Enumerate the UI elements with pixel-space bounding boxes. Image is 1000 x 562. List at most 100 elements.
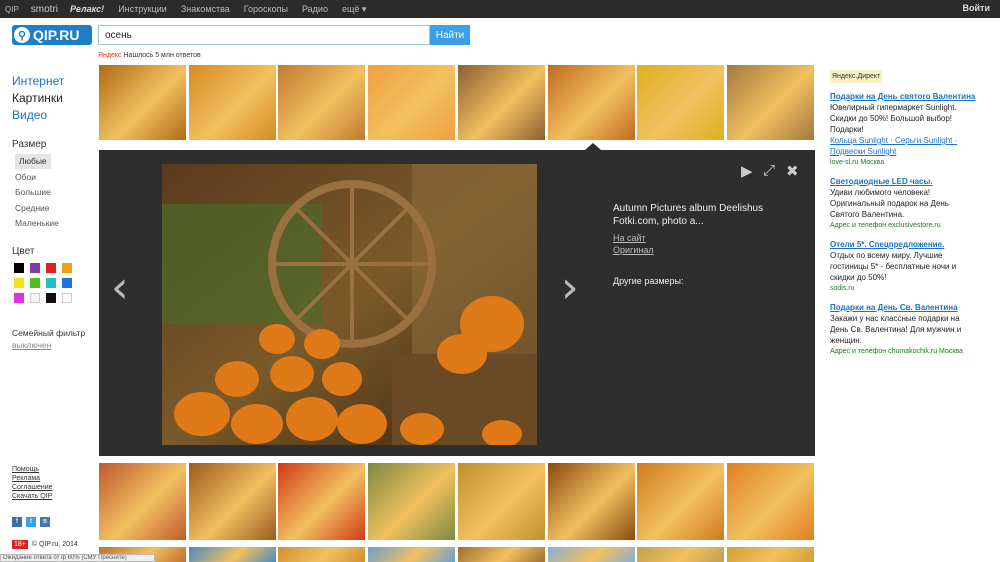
color-swatch[interactable] — [14, 293, 24, 303]
image-thumbnail[interactable] — [637, 65, 725, 140]
age-badge: 18+ — [12, 540, 28, 549]
footer-link-download[interactable]: Скачать QIP — [12, 492, 53, 501]
twitter-icon[interactable]: t — [26, 517, 36, 527]
topbar-link-horoscopes[interactable]: Гороскопы — [244, 4, 288, 14]
ad-url-4[interactable]: Адрес и телефон chumakochik.ru Москва — [830, 346, 980, 357]
size-wallpaper[interactable]: Обои — [12, 170, 59, 186]
color-swatch[interactable] — [30, 263, 40, 273]
image-thumbnail[interactable] — [278, 463, 366, 540]
image-thumbnail[interactable] — [99, 65, 186, 140]
facebook-icon[interactable]: f — [12, 517, 22, 527]
previous-image-arrow[interactable]: ‹ — [111, 262, 129, 313]
yandex-label: Яндекс — [98, 52, 122, 59]
size-small[interactable]: Маленькие — [12, 216, 59, 232]
image-thumbnail[interactable] — [637, 547, 725, 562]
color-swatch[interactable] — [14, 263, 24, 273]
viewer-pointer — [585, 143, 601, 150]
topbar-link-radio[interactable]: Радио — [302, 4, 328, 14]
next-image-arrow[interactable]: › — [561, 262, 579, 313]
topbar-link-smotri[interactable]: smotri — [31, 4, 58, 15]
image-thumbnail[interactable] — [726, 547, 814, 562]
preview-image[interactable] — [162, 164, 537, 445]
color-swatch[interactable] — [46, 293, 56, 303]
footer-link-help[interactable]: Помощь — [12, 465, 53, 474]
color-swatch[interactable] — [62, 263, 72, 273]
nav-item-images[interactable]: Картинки — [12, 90, 64, 107]
results-count-text: Нашлось 5 млн ответов — [123, 52, 201, 59]
image-thumbnail[interactable] — [368, 463, 456, 540]
ad-title-1[interactable]: Подарки на День святого Валентина — [830, 91, 980, 102]
image-thumbnail[interactable] — [457, 547, 545, 562]
color-swatch[interactable] — [46, 278, 56, 288]
image-thumbnail[interactable] — [99, 463, 186, 540]
original-link[interactable]: Оригинал — [613, 245, 654, 255]
image-thumbnail[interactable] — [188, 547, 276, 562]
image-thumbnail[interactable] — [726, 65, 814, 140]
ad-url-3[interactable]: sodis.ru — [830, 283, 980, 294]
color-swatch[interactable] — [46, 263, 56, 273]
ad-url-2[interactable]: Адрес и телефон exclusivestore.ru — [830, 220, 980, 231]
footer-links: Помощь Реклама Соглашение Скачать QIP — [12, 465, 53, 501]
color-swatch[interactable] — [62, 293, 72, 303]
image-thumbnail[interactable] — [637, 463, 725, 540]
topbar-link-dating[interactable]: Знакомства — [181, 4, 230, 14]
image-thumbnail[interactable] — [726, 463, 814, 540]
image-thumbnail[interactable] — [368, 65, 456, 140]
qip-logo[interactable]: ⚲ QIP.RU — [12, 25, 92, 45]
open-site-link[interactable]: На сайт — [613, 233, 646, 243]
search-button[interactable]: Найти — [430, 25, 470, 45]
ad-body-1: Ювелирный гипермаркет Sunlight. Скидки д… — [830, 103, 957, 134]
copyright-text: © QIP.ru, 2014 — [31, 541, 78, 548]
color-swatch[interactable] — [30, 293, 40, 303]
browser-status-bar: Ожидание ответа от ф 60% (СМУ Пресните) — [0, 554, 155, 562]
ad-body-4: Закажи у нас классные подарки на День Св… — [830, 314, 962, 345]
fullscreen-icon[interactable]: ⤢ — [763, 162, 775, 179]
size-medium[interactable]: Средние — [12, 201, 59, 217]
image-thumbnail[interactable] — [188, 463, 276, 540]
image-thumbnail[interactable] — [278, 65, 366, 140]
image-thumbnail[interactable] — [188, 65, 276, 140]
search-input[interactable] — [98, 25, 430, 45]
color-swatch[interactable] — [14, 278, 24, 288]
size-large[interactable]: Большие — [12, 185, 59, 201]
family-filter-value[interactable]: выключен — [12, 340, 51, 350]
nav-item-video[interactable]: Видео — [12, 107, 64, 124]
search-type-nav: Интернет Картинки Видео — [12, 73, 64, 124]
ad-title-4[interactable]: Подарки на День Св. Валентина — [830, 302, 980, 313]
close-icon[interactable]: ✖ — [786, 162, 799, 180]
vk-icon[interactable]: в — [40, 517, 50, 527]
image-thumbnail[interactable] — [547, 547, 635, 562]
ad-links-1[interactable]: Кольца Sunlight · Серьги Sunlight · Подв… — [830, 135, 980, 157]
image-thumbnail[interactable] — [547, 65, 635, 140]
social-links: f t в — [12, 517, 50, 527]
footer-link-ads[interactable]: Реклама — [12, 474, 53, 483]
ad-title-2[interactable]: Светодиодные LED часы. — [830, 176, 980, 187]
ad-url-1[interactable]: love-sl.ru Москва — [830, 157, 980, 168]
image-thumbnail[interactable] — [368, 547, 456, 562]
ad-title-3[interactable]: Отели 5*. Спецпредложение. — [830, 239, 980, 250]
ads-header: Яндекс.Директ — [830, 70, 883, 83]
family-filter-title: Семейный фильтр — [12, 328, 86, 338]
size-any[interactable]: Любые — [15, 154, 51, 169]
color-swatch[interactable] — [62, 278, 72, 288]
topbar-link-relax[interactable]: Релакс! — [70, 4, 104, 14]
size-filter-list: Любые Обои Большие Средние Маленькие — [12, 154, 59, 232]
topbar-link-instructions[interactable]: Инструкции — [118, 4, 167, 14]
slideshow-play-icon[interactable]: ▶ — [741, 162, 753, 180]
footer-link-agreement[interactable]: Соглашение — [12, 483, 53, 492]
search-magnifier-icon: ⚲ — [14, 27, 30, 43]
image-thumbnail[interactable] — [457, 65, 545, 140]
image-thumbnail[interactable] — [457, 463, 545, 540]
top-navigation-bar: QIP smotri Релакс! Инструкции Знакомства… — [0, 0, 1000, 18]
topbar-more-menu[interactable]: ещё ▾ — [342, 4, 366, 15]
image-thumbnail[interactable] — [547, 463, 635, 540]
color-swatches — [14, 263, 73, 303]
nav-item-internet[interactable]: Интернет — [12, 73, 64, 90]
qip-brand[interactable]: QIP — [5, 5, 19, 14]
image-viewer: ‹ › Autumn Pictures album Deelishus Fotk… — [99, 150, 815, 456]
image-title: Autumn Pictures album Deelishus Fotki.co… — [613, 203, 764, 227]
color-swatch[interactable] — [30, 278, 40, 288]
ad-body-2: Удиви любимого человека! Оригинальный по… — [830, 188, 949, 219]
image-thumbnail[interactable] — [278, 547, 366, 562]
login-link[interactable]: Войти — [963, 3, 990, 13]
